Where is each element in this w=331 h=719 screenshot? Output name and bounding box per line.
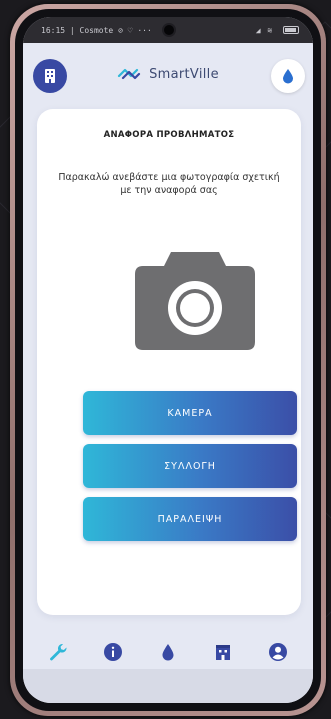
phone-bezel: 16:15 | Cosmote ⊘ ♡ ··· ◢ ≋ SmartVille Α…	[15, 9, 321, 711]
nav-item-report[interactable]	[43, 637, 73, 667]
building-icon	[45, 69, 55, 83]
user-icon	[268, 643, 287, 661]
app-screen: 16:15 | Cosmote ⊘ ♡ ··· ◢ ≋ SmartVille Α…	[23, 17, 313, 703]
battery-icon	[283, 26, 299, 34]
app-logo: SmartVille	[117, 67, 219, 82]
camera-icon	[135, 252, 255, 350]
building-icon	[215, 645, 230, 660]
nav-item-water[interactable]	[153, 637, 183, 667]
brand-name: SmartVille	[149, 66, 219, 82]
building-button[interactable]	[33, 59, 67, 93]
status-signal-wifi: ◢ ≋	[256, 26, 299, 35]
wrench-icon	[50, 643, 67, 661]
nav-item-profile[interactable]	[263, 637, 293, 667]
report-message: Παρακαλώ ανεβάστε μια φωτογραφία σχετική…	[58, 172, 280, 196]
status-bar: 16:15 | Cosmote ⊘ ♡ ··· ◢ ≋	[23, 17, 313, 43]
signal-wifi-icons: ◢ ≋	[255, 25, 274, 35]
system-nav-bar	[23, 669, 313, 703]
app-bar: SmartVille	[23, 43, 313, 103]
water-drop-icon	[162, 644, 174, 661]
front-camera	[162, 23, 176, 37]
nav-item-info[interactable]	[98, 637, 128, 667]
report-card: ΑΝΑΦΟΡΑ ΠΡΟΒΛΗΜΑΤΟΣ Παρακαλώ ανεβάστε μι…	[37, 109, 301, 615]
water-drop-icon	[283, 69, 293, 84]
camera-button[interactable]: ΚΑΜΕΡΑ	[83, 391, 297, 435]
info-icon	[104, 643, 123, 661]
skip-button[interactable]: ΠΑΡΑΛΕΙΨΗ	[83, 497, 297, 541]
report-title: ΑΝΑΦΟΡΑ ΠΡΟΒΛΗΜΑΤΟΣ	[103, 130, 235, 140]
nav-item-building[interactable]	[208, 637, 238, 667]
status-time-carrier: 16:15 | Cosmote ⊘ ♡ ···	[41, 25, 152, 35]
smartville-logo-icon	[118, 68, 141, 80]
water-button[interactable]	[271, 59, 305, 93]
gallery-button[interactable]: ΣΥΛΛΟΓΗ	[83, 444, 297, 488]
phone-frame: 16:15 | Cosmote ⊘ ♡ ··· ◢ ≋ SmartVille Α…	[10, 4, 326, 716]
